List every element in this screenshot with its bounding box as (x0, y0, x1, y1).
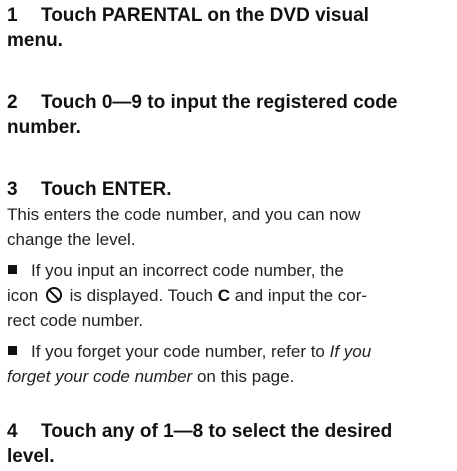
cross-reference-text: If you (329, 342, 372, 361)
bullet-item-cont: icon is displayed. Touch C and input the… (7, 283, 367, 308)
cross-reference-text: forget your code number (7, 367, 193, 386)
step-title-text: Touch ENTER. (41, 179, 172, 200)
step-number: 1 (7, 5, 18, 26)
key-c-label: C (217, 286, 231, 305)
step-4-title-cont: level. (7, 444, 55, 469)
bullet-text: icon (7, 286, 39, 305)
step-3-body-line: This enters the code number, and you can… (7, 205, 361, 224)
square-bullet-icon (8, 346, 17, 355)
step-3-body-line: change the level. (7, 230, 136, 249)
bullet-text: and input the cor- (234, 286, 368, 305)
bullet-text: is displayed. Touch (69, 286, 213, 305)
step-title-text: Touch PARENTAL on the DVD visual (41, 5, 369, 26)
step-number: 4 (7, 421, 18, 442)
square-bullet-icon (8, 265, 17, 274)
manual-page: 1 Touch PARENTAL on the DVD visual menu. … (0, 0, 457, 471)
bullet-text: on this page. (196, 367, 295, 386)
step-3-title: 3 Touch ENTER. (7, 177, 172, 202)
bullet-text: If you forget your code number, refer to (31, 342, 325, 361)
bullet-item-cont: forget your code number on this page. (7, 364, 294, 389)
step-title-text: number. (7, 117, 81, 138)
step-title-text: Touch 0—9 to input the registered code (41, 92, 398, 113)
step-2-title: 2 Touch 0—9 to input the registered code (7, 90, 397, 115)
step-title-text: level. (7, 446, 55, 467)
step-4-title: 4 Touch any of 1—8 to select the desired (7, 419, 392, 444)
bullet-text: If you input an incorrect code number, t… (31, 261, 344, 280)
step-title-text: Touch any of 1—8 to select the desired (41, 421, 393, 442)
step-2-title-cont: number. (7, 115, 81, 140)
step-number: 3 (7, 179, 18, 200)
step-title-text: menu. (7, 30, 63, 51)
prohibited-circle-icon (45, 286, 63, 304)
bullet-item: If you forget your code number, refer to… (7, 339, 371, 364)
step-1-title-cont: menu. (7, 28, 63, 53)
bullet-item-cont: rect code number. (7, 311, 144, 330)
bullet-item: If you input an incorrect code number, t… (7, 258, 344, 283)
step-number: 2 (7, 92, 18, 113)
step-1-title: 1 Touch PARENTAL on the DVD visual (7, 3, 369, 28)
